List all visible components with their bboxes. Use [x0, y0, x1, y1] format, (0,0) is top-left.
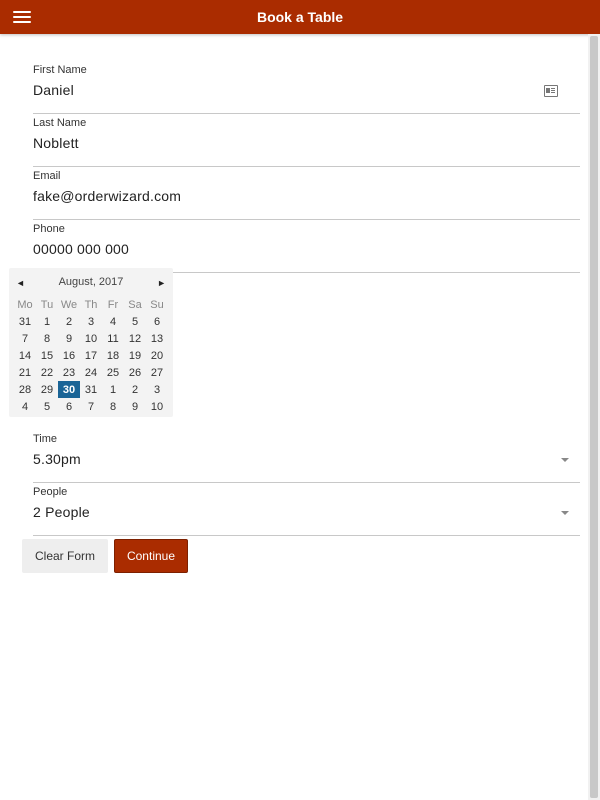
- phone-label: Phone: [33, 223, 65, 235]
- last-name-input[interactable]: [33, 135, 533, 151]
- calendar-day[interactable]: 14: [14, 347, 36, 364]
- contact-card-icon[interactable]: [544, 85, 558, 97]
- calendar-day[interactable]: 12: [124, 330, 146, 347]
- calendar-day[interactable]: 28: [14, 381, 36, 398]
- time-label: Time: [33, 433, 58, 445]
- people-field[interactable]: People 2 People: [33, 482, 580, 536]
- calendar-day[interactable]: 9: [58, 330, 80, 347]
- clear-form-button[interactable]: Clear Form: [22, 539, 108, 573]
- calendar-day[interactable]: 10: [80, 330, 102, 347]
- calendar-day[interactable]: 18: [102, 347, 124, 364]
- continue-button[interactable]: Continue: [114, 539, 188, 573]
- time-field[interactable]: Time 5.30pm: [33, 429, 580, 483]
- calendar-week-row: 4 5 6 7 8 9 10: [14, 398, 168, 415]
- last-name-field: Last Name: [33, 113, 580, 167]
- calendar-day[interactable]: 2: [58, 313, 80, 330]
- calendar-day[interactable]: 7: [14, 330, 36, 347]
- calendar-day[interactable]: 7: [80, 398, 102, 415]
- weekday-header: Fr: [107, 298, 119, 311]
- calendar-day[interactable]: 13: [146, 330, 168, 347]
- calendar-day[interactable]: 4: [102, 313, 124, 330]
- calendar-day[interactable]: 8: [36, 330, 58, 347]
- calendar-day[interactable]: 1: [102, 381, 124, 398]
- calendar-grid: Mo Tu We Th Fr Sa Su 31 1 2 3 4 5 6 7 8 …: [14, 296, 168, 415]
- weekday-header: Su: [150, 298, 164, 311]
- weekday-header: Mo: [17, 298, 33, 311]
- page-title: Book a Table: [256, 9, 344, 25]
- calendar-day[interactable]: 15: [36, 347, 58, 364]
- booking-page: Book a Table First Name Last Name Email …: [0, 0, 600, 800]
- calendar-day[interactable]: 5: [36, 398, 58, 415]
- calendar-week-row: 28 29 30 31 1 2 3: [14, 381, 168, 398]
- calendar-day[interactable]: 19: [124, 347, 146, 364]
- calendar-day[interactable]: 8: [102, 398, 124, 415]
- calendar-day[interactable]: 31: [14, 313, 36, 330]
- calendar-day[interactable]: 17: [80, 347, 102, 364]
- calendar-week-row: 7 8 9 10 11 12 13: [14, 330, 168, 347]
- calendar-day[interactable]: 6: [146, 313, 168, 330]
- calendar-day[interactable]: 31: [80, 381, 102, 398]
- calendar-day[interactable]: 27: [146, 364, 168, 381]
- time-select-value[interactable]: 5.30pm: [33, 451, 533, 467]
- date-picker-calendar: ◄ August, 2017 ► Mo Tu We Th Fr Sa Su 31: [9, 268, 173, 417]
- dropdown-caret-icon[interactable]: [561, 511, 569, 515]
- calendar-day[interactable]: 2: [124, 381, 146, 398]
- scrollbar[interactable]: [588, 34, 600, 800]
- weekday-header: Th: [84, 298, 98, 311]
- first-name-input[interactable]: [33, 82, 533, 98]
- calendar-day[interactable]: 24: [80, 364, 102, 381]
- email-input[interactable]: [33, 188, 533, 204]
- calendar-day[interactable]: 1: [36, 313, 58, 330]
- calendar-day[interactable]: 25: [102, 364, 124, 381]
- calendar-weekday-row: Mo Tu We Th Fr Sa Su: [14, 296, 168, 313]
- phone-field: Phone: [33, 219, 580, 273]
- people-select-value[interactable]: 2 People: [33, 504, 533, 520]
- calendar-header: ◄ August, 2017 ►: [9, 268, 173, 298]
- calendar-day[interactable]: 20: [146, 347, 168, 364]
- calendar-day[interactable]: 3: [146, 381, 168, 398]
- calendar-day[interactable]: 23: [58, 364, 80, 381]
- calendar-month-label: August, 2017: [58, 276, 124, 288]
- next-month-icon[interactable]: ►: [157, 277, 166, 289]
- calendar-day[interactable]: 9: [124, 398, 146, 415]
- calendar-day-selected[interactable]: 30: [58, 381, 80, 398]
- scrollbar-thumb[interactable]: [590, 36, 598, 798]
- weekday-header: Tu: [40, 298, 54, 311]
- calendar-week-row: 21 22 23 24 25 26 27: [14, 364, 168, 381]
- first-name-field: First Name: [33, 60, 580, 114]
- calendar-day[interactable]: 16: [58, 347, 80, 364]
- calendar-day[interactable]: 21: [14, 364, 36, 381]
- weekday-header: We: [60, 298, 78, 311]
- calendar-day[interactable]: 5: [124, 313, 146, 330]
- email-label: Email: [33, 170, 61, 182]
- calendar-day[interactable]: 26: [124, 364, 146, 381]
- first-name-label: First Name: [33, 64, 87, 76]
- app-header: Book a Table: [0, 0, 600, 34]
- calendar-day[interactable]: 10: [146, 398, 168, 415]
- weekday-header: Sa: [128, 298, 142, 311]
- calendar-week-row: 31 1 2 3 4 5 6: [14, 313, 168, 330]
- last-name-label: Last Name: [33, 117, 87, 129]
- phone-input[interactable]: [33, 241, 533, 257]
- email-field: Email: [33, 166, 580, 220]
- calendar-day[interactable]: 29: [36, 381, 58, 398]
- calendar-day[interactable]: 4: [14, 398, 36, 415]
- calendar-day[interactable]: 22: [36, 364, 58, 381]
- dropdown-caret-icon[interactable]: [561, 458, 569, 462]
- calendar-day[interactable]: 3: [80, 313, 102, 330]
- people-label: People: [33, 486, 68, 498]
- calendar-week-row: 14 15 16 17 18 19 20: [14, 347, 168, 364]
- calendar-day[interactable]: 6: [58, 398, 80, 415]
- calendar-day[interactable]: 11: [102, 330, 124, 347]
